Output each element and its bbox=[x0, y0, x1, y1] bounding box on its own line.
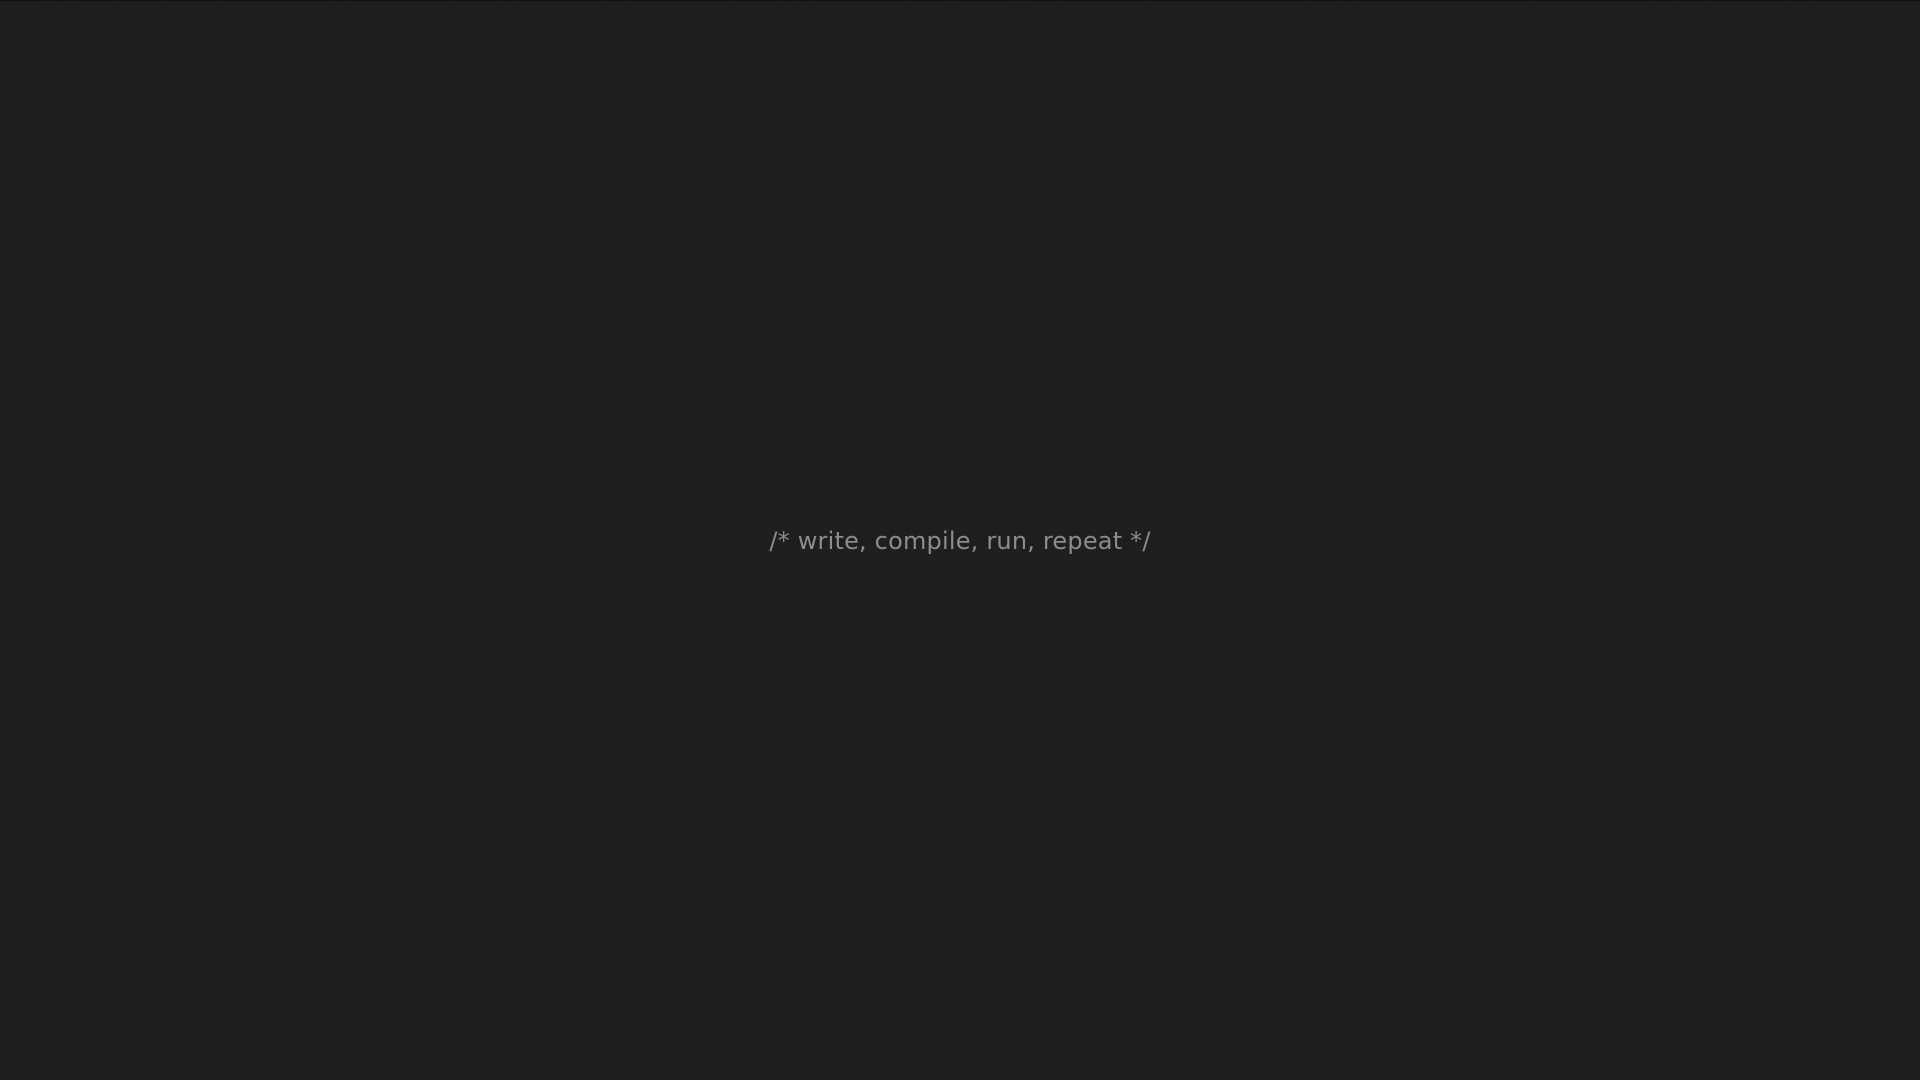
desktop-tagline: /* write, compile, run, repeat */ bbox=[769, 527, 1151, 555]
